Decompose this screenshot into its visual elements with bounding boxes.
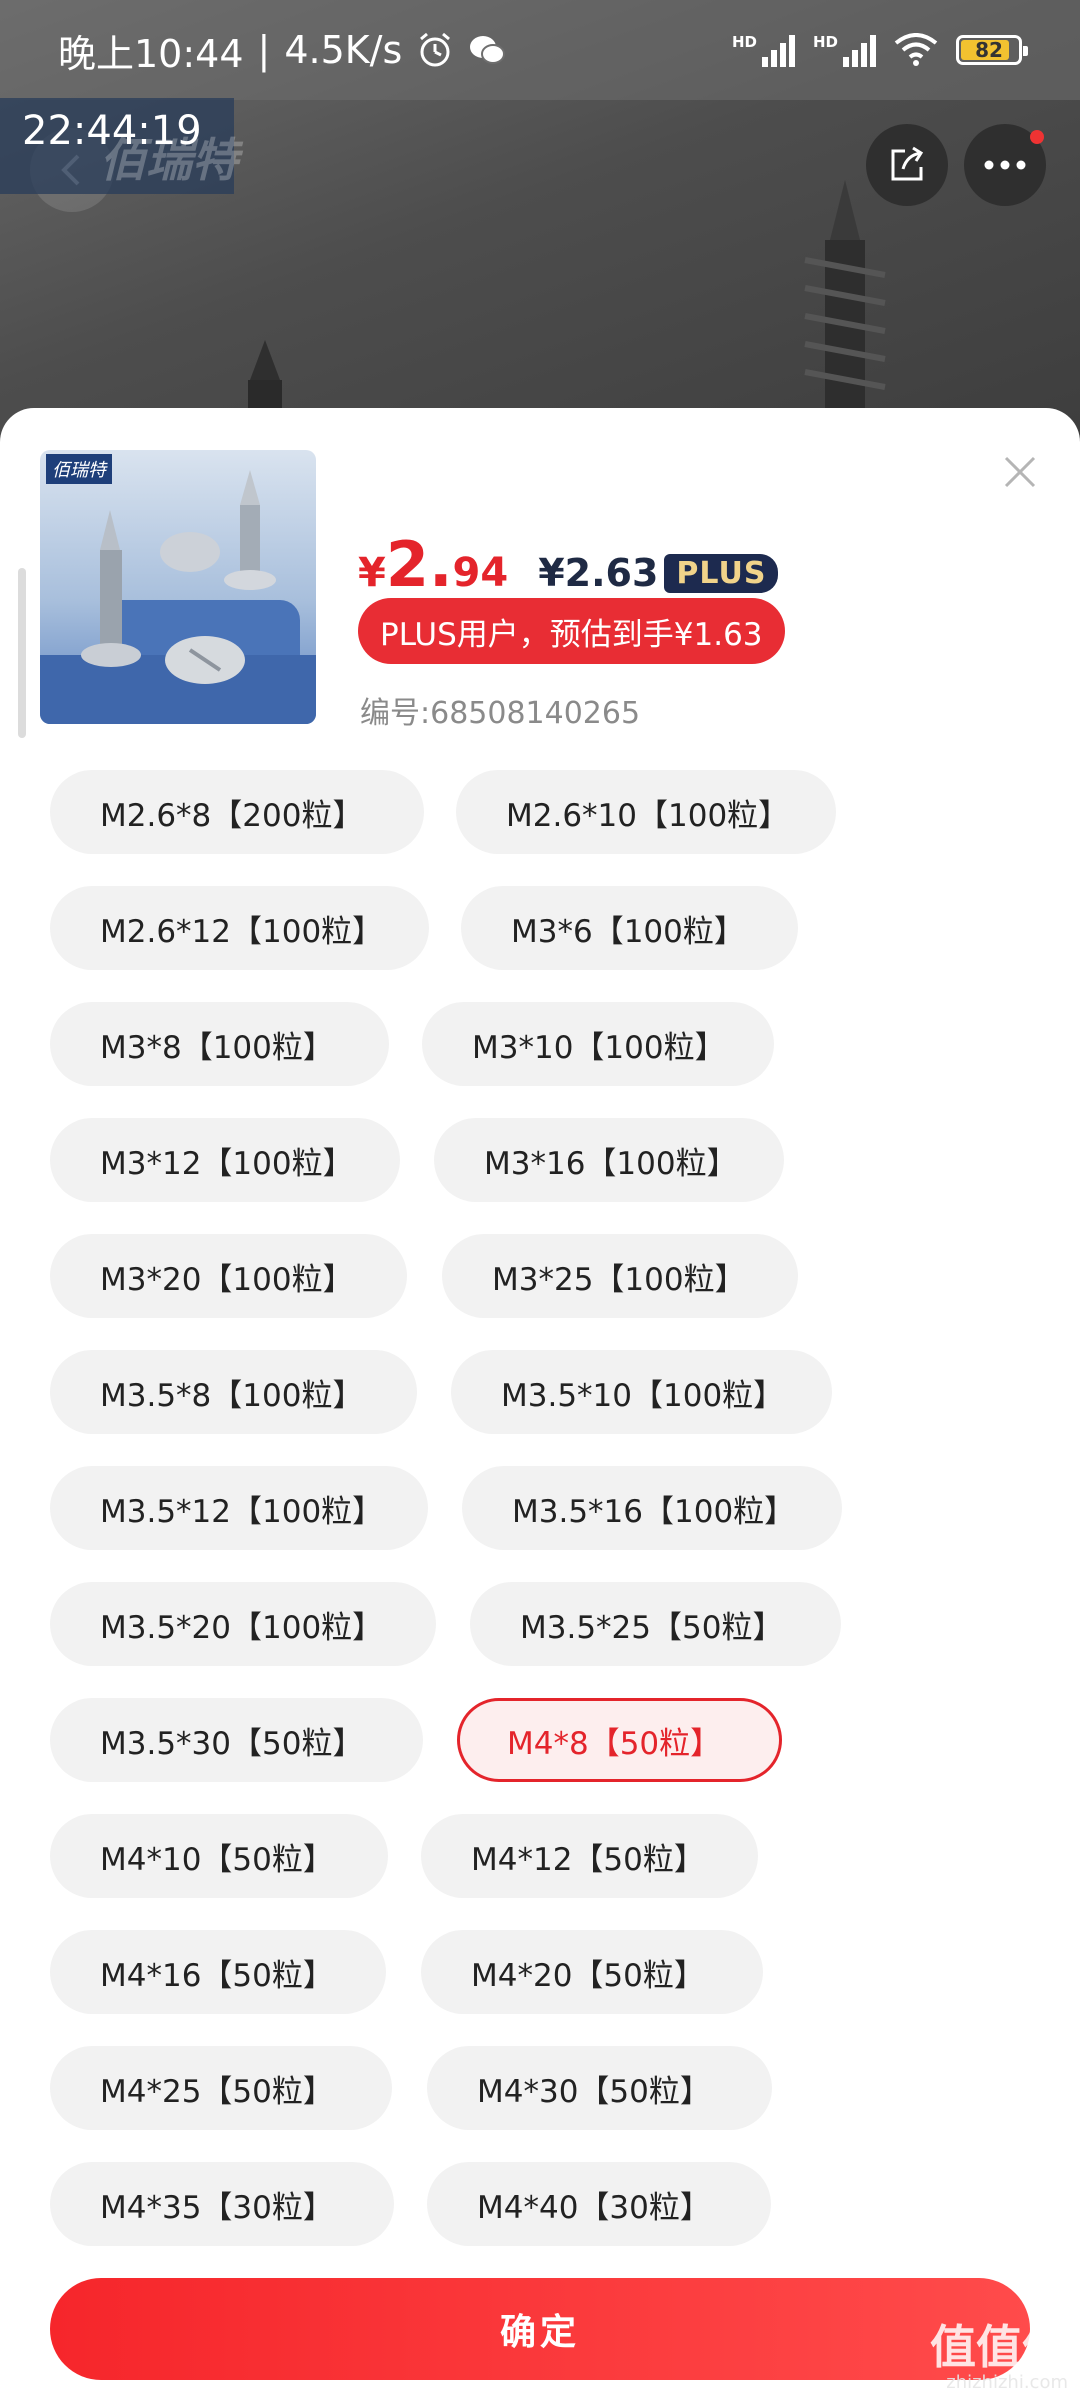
status-time: 晚上10:44 — [58, 31, 244, 76]
spec-option[interactable]: M3.5*16【100粒】 — [462, 1466, 842, 1550]
battery-icon: 82 — [956, 35, 1028, 65]
more-button[interactable] — [964, 124, 1046, 206]
close-icon[interactable] — [998, 450, 1042, 494]
alarm-icon — [420, 32, 451, 67]
spec-option[interactable]: M3.5*12【100粒】 — [50, 1466, 428, 1550]
share-button[interactable] — [866, 124, 948, 206]
brand-logo-ghost: 佰瑞特 — [100, 133, 238, 187]
plus-price: ¥2.63 PLUS — [538, 551, 779, 595]
spec-option[interactable]: M4*20【50粒】 — [421, 1930, 763, 2014]
spec-option[interactable]: M3*8【100粒】 — [50, 1002, 389, 1086]
more-icon — [984, 160, 1026, 170]
price-row: ¥2.94 ¥2.63 PLUS — [358, 528, 779, 601]
cellular-signal-icon: HD — [732, 33, 795, 67]
watermark-logo: 值值值 — [930, 2320, 1068, 2374]
spec-option[interactable]: M3.5*10【100粒】 — [451, 1350, 832, 1434]
thumbnail-brand-logo: 佰瑞特 — [46, 454, 112, 484]
sku-code: 编号:68508140265 — [360, 696, 641, 731]
product-thumbnail[interactable]: 佰瑞特 — [40, 450, 316, 724]
spec-option[interactable]: M3*12【100粒】 — [50, 1118, 400, 1202]
scroll-indicator — [18, 568, 26, 738]
wifi-icon — [894, 33, 938, 66]
spec-option[interactable]: M4*30【50粒】 — [427, 2046, 772, 2130]
spec-option[interactable]: M3*10【100粒】 — [422, 1002, 774, 1086]
watermark-url: zhizhizhi.com — [946, 2372, 1068, 2393]
plus-estimate-pill: PLUS用户，预估到手¥1.63 — [358, 598, 785, 664]
spec-option[interactable]: M3*25【100粒】 — [442, 1234, 798, 1318]
screws-image — [40, 470, 316, 724]
status-net-speed: 4.5K/s — [284, 28, 403, 72]
plus-estimate-text: PLUS用户，预估到手¥1.63 — [380, 616, 763, 653]
spec-option[interactable]: M3.5*8【100粒】 — [50, 1350, 417, 1434]
spec-option[interactable]: M3*16【100粒】 — [434, 1118, 784, 1202]
status-separator: | — [257, 28, 271, 72]
plus-badge: PLUS — [664, 553, 779, 593]
spec-option[interactable]: M3.5*20【100粒】 — [50, 1582, 436, 1666]
spec-option[interactable]: M3*20【100粒】 — [50, 1234, 407, 1318]
spec-option[interactable]: M2.6*8【200粒】 — [50, 770, 424, 854]
sku-selector-sheet: 佰瑞特 ¥2.94 ¥2.63 PLUS PLUS用户，预估到手¥1.63 编号… — [0, 408, 1080, 2400]
spec-option[interactable]: M4*40【30粒】 — [427, 2162, 771, 2246]
spec-option[interactable]: M4*10【50粒】 — [50, 1814, 388, 1898]
screw-image — [804, 180, 886, 410]
battery-level: 82 — [975, 38, 1003, 62]
spec-option[interactable]: M4*16【50粒】 — [50, 1930, 386, 2014]
current-price: ¥2.94 — [358, 528, 509, 601]
spec-option[interactable]: M4*12【50粒】 — [421, 1814, 758, 1898]
watermark: 值值值 zhizhizhi.com — [930, 2324, 1068, 2392]
spec-option[interactable]: M4*35【30粒】 — [50, 2162, 394, 2246]
spec-option[interactable]: M4*25【50粒】 — [50, 2046, 392, 2130]
spec-option[interactable]: M3.5*25【50粒】 — [470, 1582, 841, 1666]
plus-price-value: ¥2.63 — [538, 551, 659, 595]
spec-option-selected[interactable]: M4*8【50粒】 — [457, 1698, 782, 1782]
wechat-icon — [470, 36, 506, 64]
spec-option[interactable]: M3.5*30【50粒】 — [50, 1698, 423, 1782]
spec-option[interactable]: M3*6【100粒】 — [461, 886, 798, 970]
spec-option[interactable]: M2.6*10【100粒】 — [456, 770, 836, 854]
notification-dot — [1030, 130, 1044, 144]
cellular-signal-icon: HD — [813, 33, 876, 67]
confirm-button[interactable]: 确定 — [50, 2278, 1030, 2380]
spec-option[interactable]: M2.6*12【100粒】 — [50, 886, 429, 970]
share-icon — [891, 146, 924, 181]
status-bar: 晚上10:44 | 4.5K/s HD HD 82 — [0, 0, 1080, 100]
